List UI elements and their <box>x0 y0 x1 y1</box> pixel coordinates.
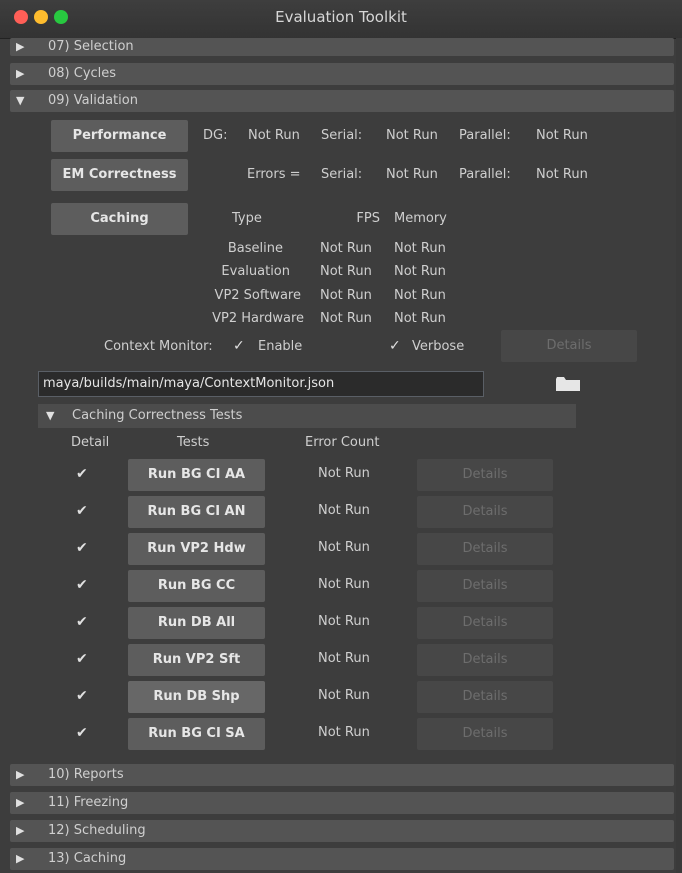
parallel-label: Parallel: <box>459 128 511 143</box>
context-monitor-label: Context Monitor: <box>104 339 213 354</box>
vertical-scrollbar[interactable] <box>676 38 682 873</box>
test-details-button[interactable]: Details <box>417 644 553 676</box>
detail-checkbox[interactable]: ✔ <box>76 503 88 519</box>
detail-header: Detail <box>71 435 110 450</box>
section-reports[interactable]: ▶ 10) Reports <box>10 764 674 786</box>
caching-correctness-tests-header[interactable]: ▼ Caching Correctness Tests <box>38 404 576 428</box>
expand-triangle-icon: ▶ <box>16 824 25 837</box>
error-count-value: Not Run <box>318 503 370 518</box>
error-count-value: Not Run <box>318 651 370 666</box>
error-count-value: Not Run <box>318 577 370 592</box>
dg-value: Not Run <box>248 128 300 143</box>
run-bg-cc-button[interactable]: Run BG CC <box>128 570 265 602</box>
folder-icon[interactable] <box>556 377 580 391</box>
caching-fps-value: Not Run <box>320 241 372 256</box>
enable-label: Enable <box>258 339 303 354</box>
run-db-all-button[interactable]: Run DB All <box>128 607 265 639</box>
verbose-checkbox[interactable]: ✓ <box>389 338 401 354</box>
test-details-button[interactable]: Details <box>417 570 553 602</box>
context-monitor-path-input[interactable]: maya/builds/main/maya/ContextMonitor.jso… <box>38 371 484 397</box>
section-label: 07) Selection <box>48 39 134 54</box>
section-caching[interactable]: ▶ 13) Caching <box>10 848 674 870</box>
expand-triangle-icon: ▶ <box>16 40 25 53</box>
caching-fps-value: Not Run <box>320 311 372 326</box>
section-label: 10) Reports <box>48 767 124 782</box>
parallel-value: Not Run <box>536 128 588 143</box>
performance-button[interactable]: Performance <box>51 120 188 152</box>
fps-header: FPS <box>356 211 380 226</box>
collapse-triangle-icon: ▼ <box>16 94 25 107</box>
section-selection[interactable]: ▶ 07) Selection <box>10 38 674 56</box>
section-label: 08) Cycles <box>48 66 117 81</box>
caching-memory-value: Not Run <box>394 264 446 279</box>
expand-triangle-icon: ▶ <box>16 852 25 865</box>
section-label: 09) Validation <box>48 93 138 108</box>
detail-checkbox[interactable]: ✔ <box>76 577 88 593</box>
tests-header: Tests <box>177 435 210 450</box>
caching-button[interactable]: Caching <box>51 203 188 235</box>
em-parallel-label: Parallel: <box>459 167 511 182</box>
detail-checkbox[interactable]: ✔ <box>76 725 88 741</box>
error-count-value: Not Run <box>318 466 370 481</box>
section-label: 12) Scheduling <box>48 823 146 838</box>
enable-checkbox[interactable]: ✓ <box>233 338 245 354</box>
detail-checkbox[interactable]: ✔ <box>76 466 88 482</box>
memory-header: Memory <box>394 211 447 226</box>
caching-fps-value: Not Run <box>320 288 372 303</box>
run-vp2-sft-button[interactable]: Run VP2 Sft <box>128 644 265 676</box>
section-freezing[interactable]: ▶ 11) Freezing <box>10 792 674 814</box>
caching-memory-value: Not Run <box>394 311 446 326</box>
em-parallel-value: Not Run <box>536 167 588 182</box>
detail-checkbox[interactable]: ✔ <box>76 614 88 630</box>
caching-type-evaluation: Evaluation <box>221 264 290 279</box>
subsection-label: Caching Correctness Tests <box>72 408 243 423</box>
test-details-button[interactable]: Details <box>417 533 553 565</box>
caching-memory-value: Not Run <box>394 241 446 256</box>
section-label: 13) Caching <box>48 851 127 866</box>
caching-type-vp2-software: VP2 Software <box>214 288 301 303</box>
test-details-button[interactable]: Details <box>417 681 553 713</box>
detail-checkbox[interactable]: ✔ <box>76 688 88 704</box>
run-bg-ci-sa-button[interactable]: Run BG CI SA <box>128 718 265 750</box>
test-details-button[interactable]: Details <box>417 496 553 528</box>
error-count-value: Not Run <box>318 614 370 629</box>
serial-label: Serial: <box>321 128 363 143</box>
collapse-triangle-icon: ▼ <box>46 409 55 422</box>
run-db-shp-button[interactable]: Run DB Shp <box>128 681 265 713</box>
expand-triangle-icon: ▶ <box>16 768 25 781</box>
section-validation[interactable]: ▼ 09) Validation <box>10 90 674 112</box>
section-cycles[interactable]: ▶ 08) Cycles <box>10 63 674 85</box>
expand-triangle-icon: ▶ <box>16 67 25 80</box>
error-count-header: Error Count <box>305 435 380 450</box>
section-scheduling[interactable]: ▶ 12) Scheduling <box>10 820 674 842</box>
error-count-value: Not Run <box>318 725 370 740</box>
verbose-label: Verbose <box>412 339 465 354</box>
run-bg-ci-aa-button[interactable]: Run BG CI AA <box>128 459 265 491</box>
caching-type-vp2-hardware: VP2 Hardware <box>212 311 304 326</box>
window-title: Evaluation Toolkit <box>275 8 407 26</box>
type-header: Type <box>232 211 262 226</box>
error-count-value: Not Run <box>318 540 370 555</box>
caching-type-baseline: Baseline <box>227 241 283 256</box>
serial-value: Not Run <box>386 128 438 143</box>
test-details-button[interactable]: Details <box>417 459 553 491</box>
detail-checkbox[interactable]: ✔ <box>76 651 88 667</box>
em-serial-value: Not Run <box>386 167 438 182</box>
detail-checkbox[interactable]: ✔ <box>76 540 88 556</box>
caching-memory-value: Not Run <box>394 288 446 303</box>
test-details-button[interactable]: Details <box>417 607 553 639</box>
em-correctness-button[interactable]: EM Correctness <box>51 159 188 191</box>
expand-triangle-icon: ▶ <box>16 796 25 809</box>
run-vp2-hdw-button[interactable]: Run VP2 Hdw <box>128 533 265 565</box>
errors-label: Errors = <box>247 167 301 182</box>
test-details-button[interactable]: Details <box>417 718 553 750</box>
run-bg-ci-an-button[interactable]: Run BG CI AN <box>128 496 265 528</box>
context-details-button[interactable]: Details <box>501 330 637 362</box>
error-count-value: Not Run <box>318 688 370 703</box>
section-label: 11) Freezing <box>48 795 129 810</box>
caching-fps-value: Not Run <box>320 264 372 279</box>
em-serial-label: Serial: <box>321 167 363 182</box>
dg-label: DG: <box>203 128 228 143</box>
